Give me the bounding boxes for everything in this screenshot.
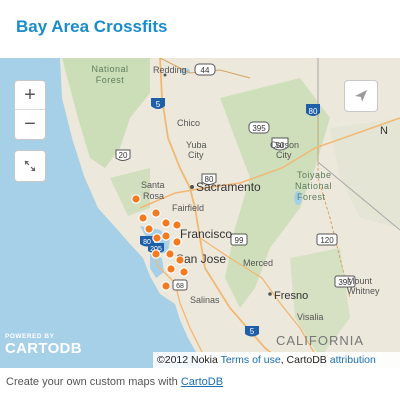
footer-text: Create your own custom maps with bbox=[6, 376, 181, 388]
crossfit-marker[interactable] bbox=[166, 264, 176, 274]
crossfit-marker[interactable] bbox=[161, 281, 171, 291]
crossfit-marker[interactable] bbox=[172, 220, 182, 230]
share-arrow-icon bbox=[355, 90, 367, 102]
crossfit-marker[interactable] bbox=[131, 194, 141, 204]
zoom-out-button[interactable]: − bbox=[15, 109, 45, 138]
fullscreen-button[interactable] bbox=[14, 150, 46, 182]
crossfit-markers bbox=[131, 194, 189, 291]
crossfit-marker[interactable] bbox=[151, 208, 161, 218]
cartodb-attrib-text: CartoDB bbox=[286, 354, 327, 366]
map-canvas[interactable]: 44 5 395 50 80 20 80 205 99 120 395 5 68… bbox=[0, 58, 400, 368]
page-title: Bay Area Crossfits bbox=[16, 17, 168, 36]
terms-of-use-link[interactable]: Terms of use bbox=[221, 354, 281, 366]
crossfit-marker[interactable] bbox=[161, 231, 171, 241]
attribution-link[interactable]: attribution bbox=[330, 354, 376, 366]
map-attribution: ©2012 Nokia Terms of use, CartoDB attrib… bbox=[153, 352, 400, 368]
crossfit-marker[interactable] bbox=[152, 233, 162, 243]
copyright-text: ©2012 Nokia bbox=[157, 354, 218, 366]
cartodb-link[interactable]: CartoDB bbox=[181, 376, 223, 388]
crossfit-marker[interactable] bbox=[175, 255, 185, 265]
crossfit-marker[interactable] bbox=[179, 267, 189, 277]
crossfit-marker[interactable] bbox=[151, 249, 161, 259]
zoom-control: + − bbox=[14, 80, 46, 140]
share-button[interactable] bbox=[344, 80, 378, 112]
crossfit-marker[interactable] bbox=[172, 237, 182, 247]
footer: Create your own custom maps with CartoDB bbox=[6, 376, 223, 388]
crossfit-marker[interactable] bbox=[165, 249, 175, 259]
fullscreen-icon bbox=[24, 160, 36, 172]
zoom-in-button[interactable]: + bbox=[15, 81, 45, 109]
crossfit-marker[interactable] bbox=[144, 224, 154, 234]
crossfit-marker[interactable] bbox=[161, 218, 171, 228]
cartodb-logo[interactable]: POWERED BY CARTODB bbox=[5, 333, 82, 356]
crossfit-marker[interactable] bbox=[138, 213, 148, 223]
